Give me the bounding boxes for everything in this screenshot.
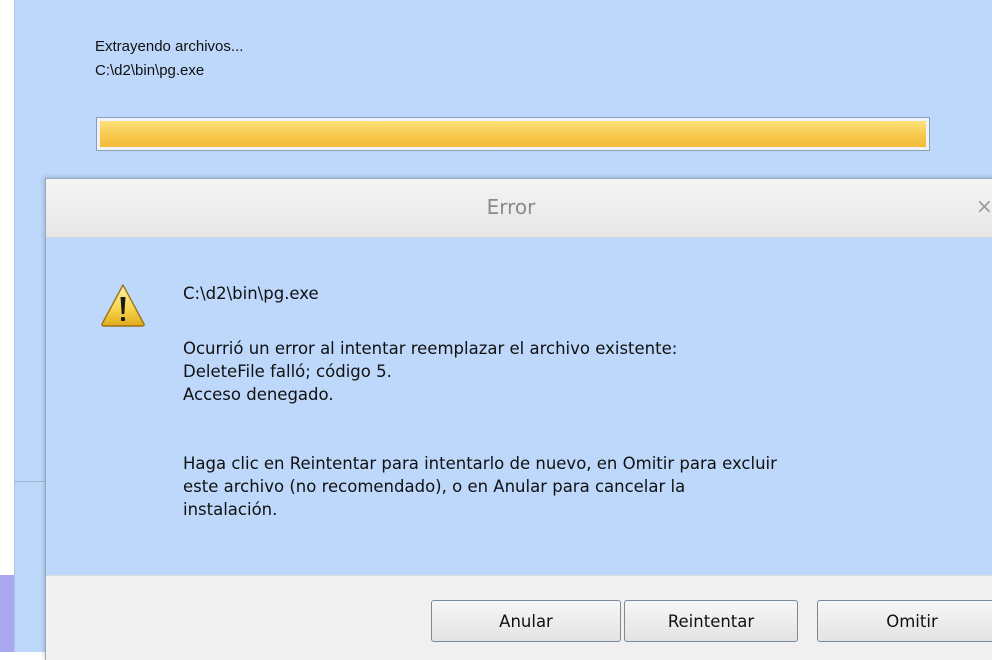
instruction-line: este archivo (no recomendado), o en Anul… — [183, 477, 686, 496]
close-icon[interactable]: × — [976, 194, 992, 218]
progress-fill — [100, 121, 926, 147]
dialog-titlebar[interactable]: Error × — [46, 179, 992, 238]
retry-button[interactable]: Reintentar — [624, 600, 798, 642]
instruction-line: instalación. — [183, 500, 278, 519]
ignore-button[interactable]: Omitir — [817, 600, 992, 642]
status-text: Extrayendo archivos... — [95, 38, 244, 55]
instruction-line: Haga clic en Reintentar para intentarlo … — [183, 454, 777, 473]
error-message-line: Ocurrió un error al intentar reemplazar … — [183, 339, 678, 358]
progress-bar — [96, 117, 930, 151]
error-message-line: DeleteFile falló; código 5. — [183, 362, 392, 381]
error-message-line: Acceso denegado. — [183, 385, 334, 404]
warning-icon — [101, 284, 145, 327]
dialog-title: Error — [486, 195, 536, 219]
abort-button[interactable]: Anular — [431, 600, 621, 642]
dialog-button-bar: Anular Reintentar Omitir — [46, 575, 992, 660]
error-dialog: Error × C:\d2\bin\pg.exe Ocurrió un erro… — [45, 178, 992, 660]
background-window-edge — [0, 575, 14, 652]
error-file-path: C:\d2\bin\pg.exe — [183, 284, 319, 303]
current-file-path: C:\d2\bin\pg.exe — [95, 62, 205, 79]
